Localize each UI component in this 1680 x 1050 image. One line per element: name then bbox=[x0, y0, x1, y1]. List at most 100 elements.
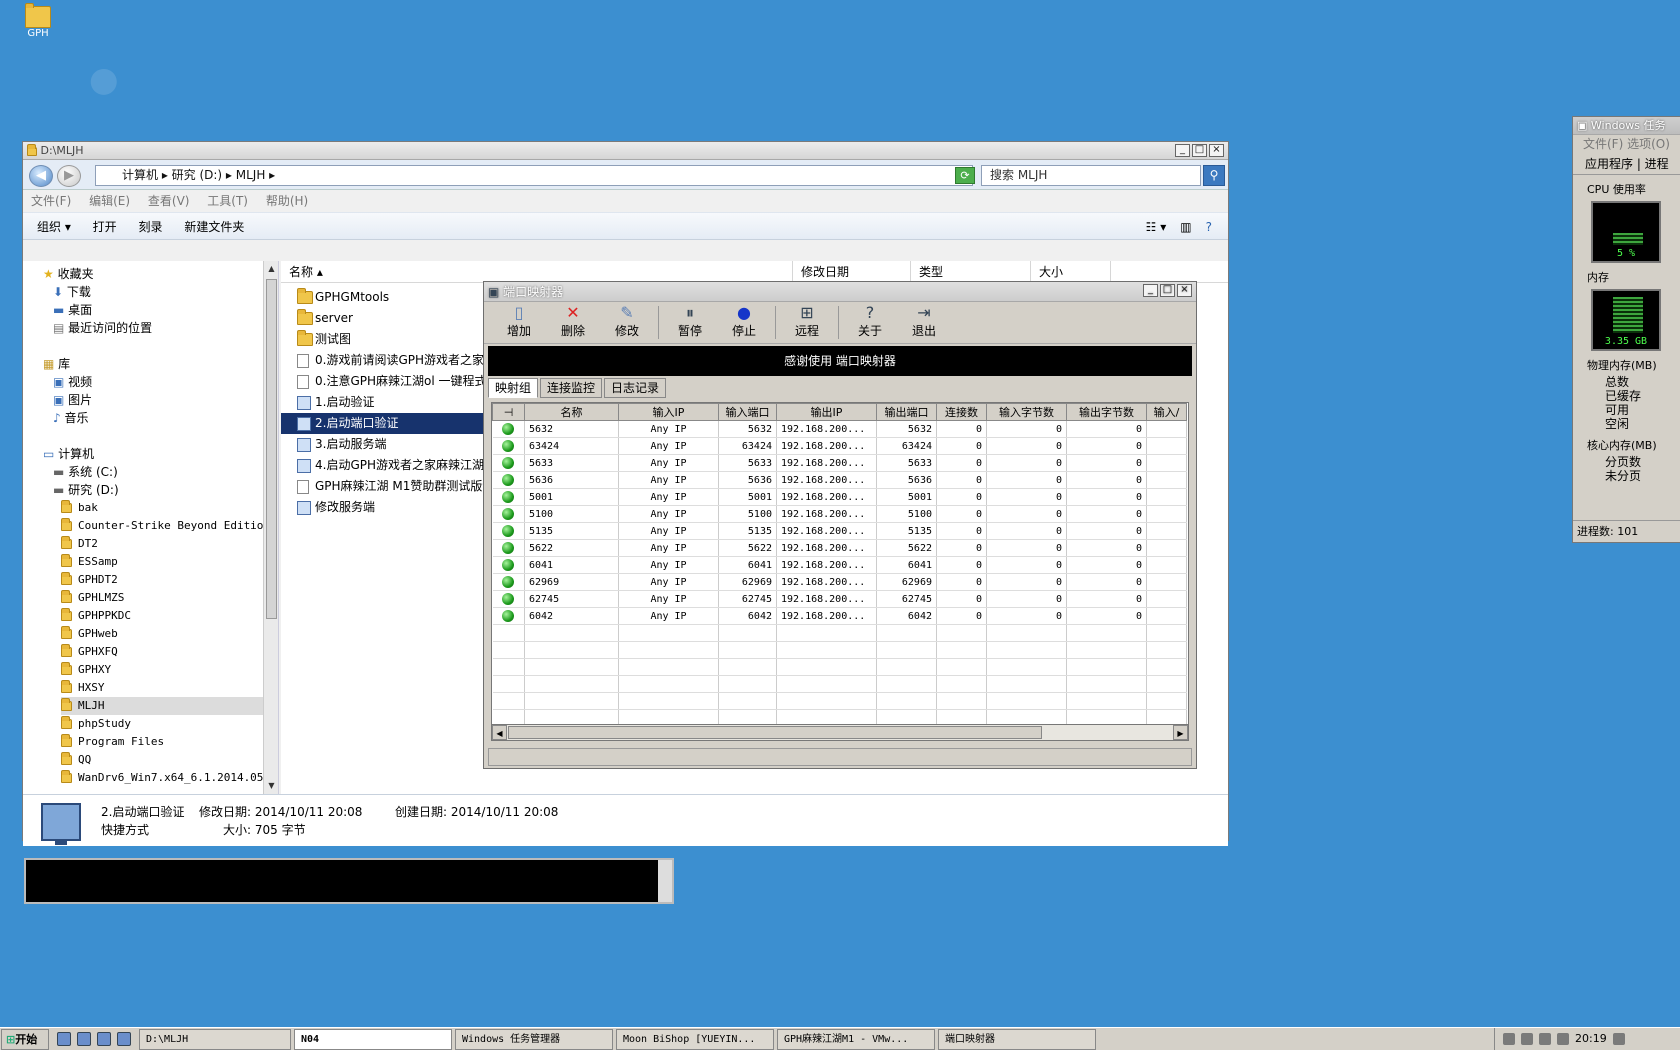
file-row[interactable]: 1.启动验证 bbox=[281, 392, 491, 413]
delete-button[interactable]: ✕ 删除 bbox=[546, 302, 600, 343]
nav-item-drive-c[interactable]: ▬ 系统 (C:) bbox=[43, 463, 278, 481]
pin-column-header[interactable]: ⊣ bbox=[492, 403, 525, 421]
file-row[interactable]: 0.注意GPH麻辣江湖ol 一键程式 bbox=[281, 371, 491, 392]
file-row[interactable]: 4.启动GPH游戏者之家麻辣江湖 bbox=[281, 455, 491, 476]
new-folder-button[interactable]: 新建文件夹 bbox=[184, 220, 244, 234]
table-row[interactable]: 5622 Any IP 5622 192.168.200... 5622 0 0 0 bbox=[492, 539, 1187, 557]
nav-libraries[interactable]: ▦ 库 bbox=[43, 355, 278, 373]
taskmgr-tabs[interactable]: 应用程序 | 进程 bbox=[1573, 153, 1680, 175]
tab-mapping-group[interactable]: 映射组 bbox=[488, 378, 539, 398]
volume-icon[interactable] bbox=[1539, 1033, 1551, 1045]
file-row[interactable]: GPHGMtools bbox=[281, 287, 491, 308]
table-row[interactable]: 5633 Any IP 5633 192.168.200... 5633 0 0 0 bbox=[492, 454, 1187, 472]
table-hscrollbar[interactable]: ◀ ▶ bbox=[491, 724, 1189, 741]
column-header-cell[interactable]: 输出端口 bbox=[876, 403, 937, 421]
column-header-cell[interactable]: 名称 bbox=[524, 403, 619, 421]
scroll-thumb[interactable] bbox=[266, 279, 277, 619]
desktop-icon[interactable] bbox=[97, 1032, 111, 1046]
nav-folder-item[interactable]: MLJH bbox=[61, 697, 278, 715]
tab-log[interactable]: 日志记录 bbox=[604, 378, 667, 398]
table-row[interactable]: 5632 Any IP 5632 192.168.200... 5632 0 0 0 bbox=[492, 420, 1187, 438]
file-row[interactable]: 修改服务端 bbox=[281, 497, 491, 518]
column-header-cell[interactable]: 输出字节数 bbox=[1066, 403, 1147, 421]
col-name[interactable]: 名称 ▴ bbox=[281, 261, 793, 283]
burn-button[interactable]: 刻录 bbox=[139, 220, 163, 234]
nav-item-desktop[interactable]: ▬ 桌面 bbox=[43, 301, 278, 319]
taskbar-btn-taskmgr[interactable]: Windows 任务管理器 bbox=[455, 1028, 613, 1050]
explorer-icon[interactable] bbox=[77, 1032, 91, 1046]
mapper-titlebar[interactable]: ▣ 端口映射器 _ □ × bbox=[484, 282, 1196, 302]
nav-folder-item[interactable]: QQ bbox=[61, 751, 278, 769]
taskbar-btn-explorer[interactable]: D:\MLJH bbox=[139, 1028, 291, 1050]
console-window[interactable] bbox=[24, 858, 674, 904]
taskbar-btn-vmware[interactable]: GPH麻辣江湖M1 - VMw... bbox=[777, 1028, 935, 1050]
edit-button[interactable]: ✎ 修改 bbox=[600, 302, 654, 343]
tab-connection-monitor[interactable]: 连接监控 bbox=[540, 378, 603, 398]
explorer-titlebar[interactable]: D:\MLJH _ □ × bbox=[23, 142, 1228, 160]
taskmgr-menu[interactable]: 文件(F) 选项(O) bbox=[1573, 135, 1680, 153]
browser-icon[interactable] bbox=[57, 1032, 71, 1046]
file-row[interactable]: 3.启动服务端 bbox=[281, 434, 491, 455]
close-button[interactable]: × bbox=[1177, 284, 1192, 297]
column-header-cell[interactable]: 输入端口 bbox=[718, 403, 777, 421]
menu-view[interactable]: 查看(V) bbox=[148, 194, 190, 208]
network-icon[interactable] bbox=[1503, 1033, 1515, 1045]
exit-button[interactable]: ⇥ 退出 bbox=[897, 302, 951, 343]
preview-pane-icon[interactable]: ▥ bbox=[1180, 213, 1191, 241]
table-row[interactable]: 62969 Any IP 62969 192.168.200... 62969 0 0 0 bbox=[492, 573, 1187, 591]
file-row[interactable]: 测试图 bbox=[281, 329, 491, 350]
nav-favorites[interactable]: ★ 收藏夹 bbox=[43, 265, 278, 283]
nav-folder-item[interactable]: DT2 bbox=[61, 535, 278, 553]
table-row[interactable]: 6042 Any IP 6042 192.168.200... 6042 0 0 0 bbox=[492, 607, 1187, 625]
nav-item-videos[interactable]: ▣ 视频 bbox=[43, 373, 278, 391]
nav-item-drive-d[interactable]: ▬ 研究 (D:) bbox=[43, 481, 278, 499]
nav-folder-item[interactable]: HXSY bbox=[61, 679, 278, 697]
menu-tools[interactable]: 工具(T) bbox=[207, 194, 248, 208]
scroll-up-icon[interactable]: ▲ bbox=[266, 262, 277, 276]
minimize-button[interactable]: _ bbox=[1175, 144, 1190, 157]
column-header-cell[interactable]: 输入/ bbox=[1146, 403, 1187, 421]
table-row[interactable]: 63424 Any IP 63424 192.168.200... 63424 0 0 0 bbox=[492, 437, 1187, 455]
file-row[interactable]: server bbox=[281, 308, 491, 329]
desktop-icon-gph[interactable]: GPH bbox=[18, 3, 58, 39]
taskbar-btn-port-mapper[interactable]: 端口映射器 bbox=[938, 1028, 1096, 1050]
signal-icon[interactable] bbox=[1557, 1033, 1569, 1045]
pause-button[interactable]: ⏸ 暂停 bbox=[663, 302, 717, 343]
table-row[interactable]: 5135 Any IP 5135 192.168.200... 5135 0 0 0 bbox=[492, 522, 1187, 540]
tools-icon[interactable] bbox=[117, 1032, 131, 1046]
taskbar-btn-n04[interactable]: N04 bbox=[294, 1028, 452, 1050]
nav-folder-item[interactable]: Program Files bbox=[61, 733, 278, 751]
nav-folder-item[interactable]: bak bbox=[61, 499, 278, 517]
table-row[interactable]: 5636 Any IP 5636 192.168.200... 5636 0 0 0 bbox=[492, 471, 1187, 489]
nav-item-pictures[interactable]: ▣ 图片 bbox=[43, 391, 278, 409]
nav-folder-item[interactable]: GPHDT2 bbox=[61, 571, 278, 589]
view-options-icon[interactable]: ☷ ▾ bbox=[1146, 213, 1167, 241]
menu-edit[interactable]: 编辑(E) bbox=[89, 194, 130, 208]
start-button[interactable]: ⊞开始 bbox=[1, 1028, 49, 1050]
help-icon[interactable]: ? bbox=[1206, 213, 1212, 241]
column-header-cell[interactable]: 输入字节数 bbox=[986, 403, 1067, 421]
menu-help[interactable]: 帮助(H) bbox=[266, 194, 308, 208]
about-button[interactable]: ? 关于 bbox=[843, 302, 897, 343]
file-row[interactable]: 2.启动端口验证 bbox=[281, 413, 491, 434]
menu-file[interactable]: 文件(F) bbox=[31, 194, 71, 208]
table-row[interactable]: 5100 Any IP 5100 192.168.200... 5100 0 0 0 bbox=[492, 505, 1187, 523]
search-input[interactable]: 搜索 MLJH bbox=[981, 165, 1201, 186]
nav-folder-item[interactable]: GPHXY bbox=[61, 661, 278, 679]
qq-icon[interactable] bbox=[1521, 1033, 1533, 1045]
organize-button[interactable]: 组织 ▾ bbox=[37, 220, 71, 234]
refresh-button[interactable]: ⟳ bbox=[955, 167, 975, 184]
file-row[interactable]: 0.游戏前请阅读GPH游戏者之家 bbox=[281, 350, 491, 371]
file-row[interactable]: GPH麻辣江湖 M1赞助群测试版读 bbox=[281, 476, 491, 497]
show-desktop-icon[interactable] bbox=[1612, 1033, 1625, 1045]
scroll-down-icon[interactable]: ▼ bbox=[266, 779, 277, 793]
nav-folder-item[interactable]: phpStudy bbox=[61, 715, 278, 733]
search-icon[interactable]: ⚲ bbox=[1203, 165, 1225, 186]
address-field[interactable]: 计算机 ▸ 研究 (D:) ▸ MLJH ▸ ▾ bbox=[95, 165, 973, 186]
taskbar-btn-moon[interactable]: Moon BiShop [YUEYIN... bbox=[616, 1028, 774, 1050]
column-header-cell[interactable]: 输出IP bbox=[776, 403, 877, 421]
nav-item-music[interactable]: ♪ 音乐 bbox=[43, 409, 278, 427]
remote-button[interactable]: ⊞ 远程 bbox=[780, 302, 834, 343]
scroll-right-icon[interactable]: ▶ bbox=[1173, 725, 1188, 740]
column-header-cell[interactable]: 输入IP bbox=[618, 403, 719, 421]
